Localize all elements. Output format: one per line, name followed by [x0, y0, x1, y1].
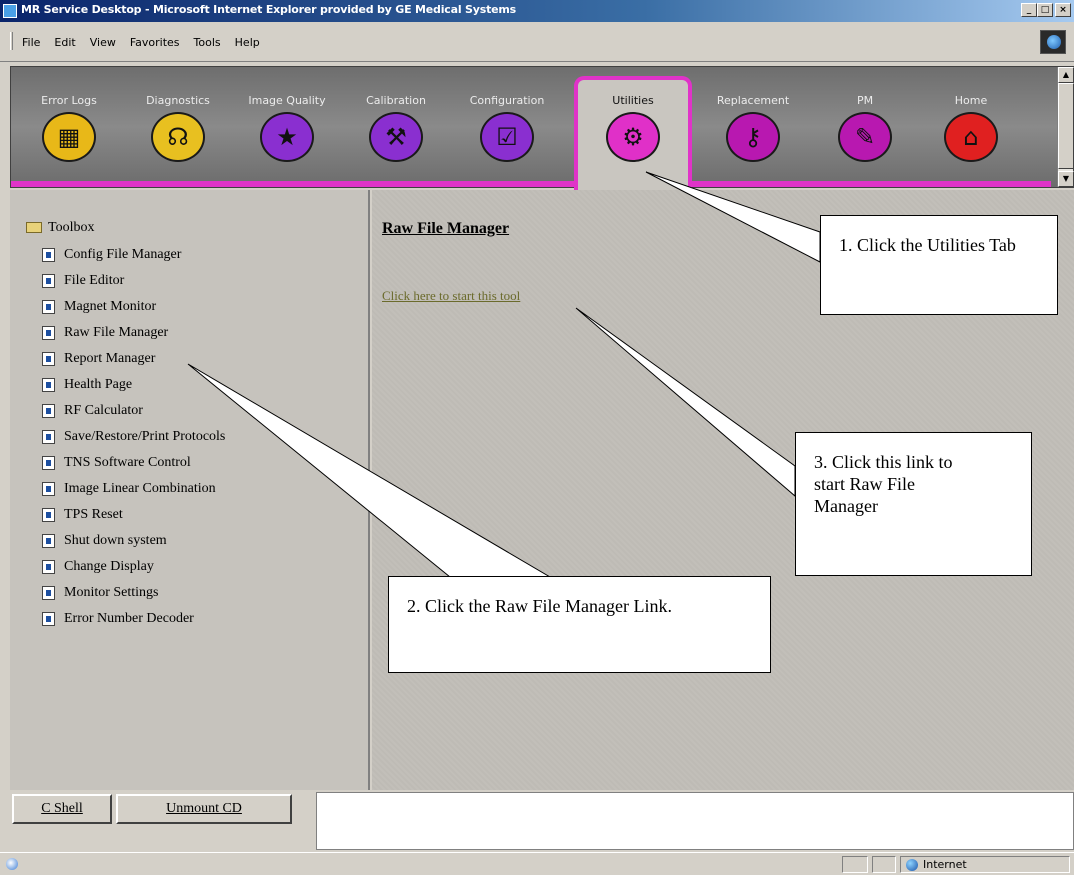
- callout-3-pointer: [575, 307, 796, 498]
- callout-raw-file-manager-link: 2. Click the Raw File Manager Link.: [388, 576, 771, 673]
- callout-start-link: 3. Click this link to start Raw File Man…: [795, 432, 1032, 576]
- callout-2-pointer: [187, 363, 552, 578]
- callout-1-pointer: [645, 171, 821, 263]
- callout-utilities-tab: 1. Click the Utilities Tab: [820, 215, 1058, 315]
